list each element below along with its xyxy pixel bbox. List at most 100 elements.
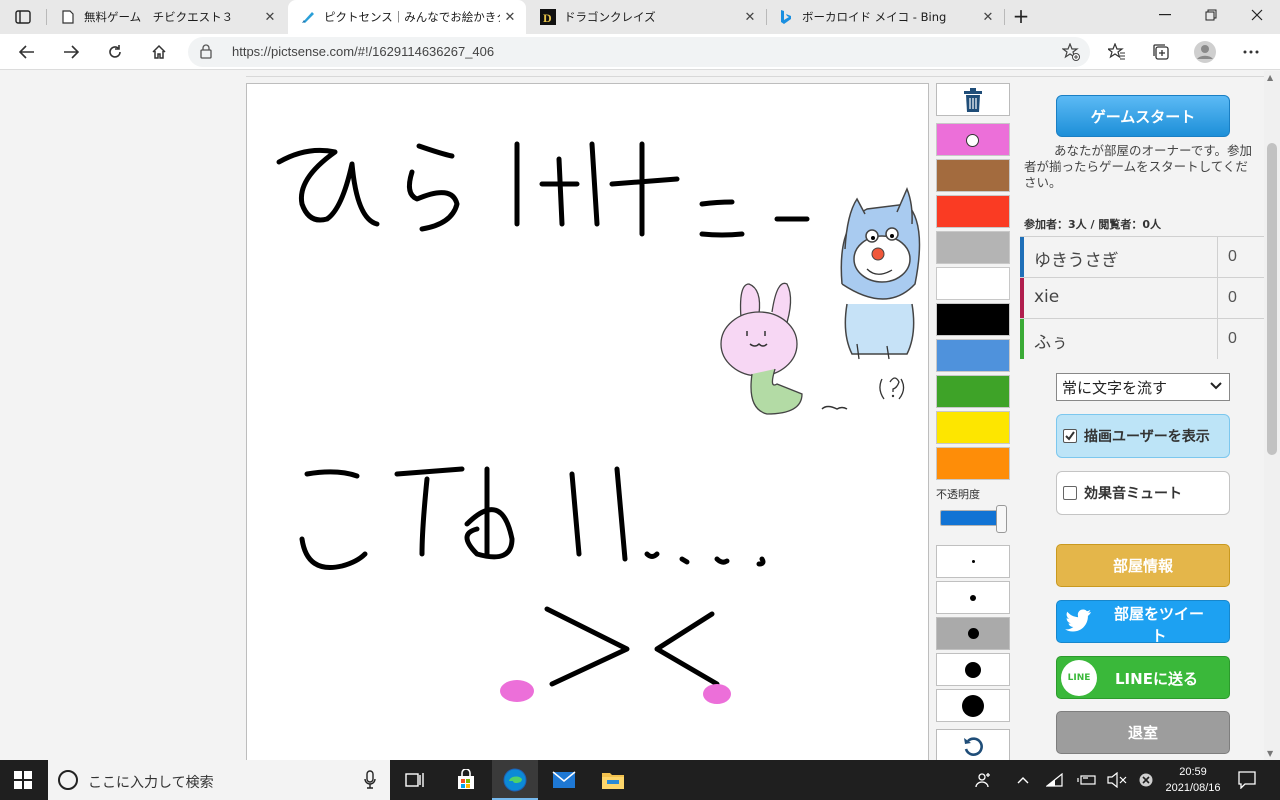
brush-size-button[interactable] (936, 653, 1010, 686)
tab-actions-icon[interactable] (8, 7, 38, 27)
player-row: ゆきうさぎ 0 (1020, 236, 1264, 277)
tab-close-button[interactable]: ✕ (500, 7, 520, 27)
tab-chibiquest[interactable]: 無料ゲーム チビクエスト３ ✕ (48, 0, 286, 34)
tab-dragoncrays[interactable]: D ドラゴンクレイズ ✕ (528, 0, 766, 34)
tab-pictsense[interactable]: ピクトセンス｜みんなでお絵かきクイズ ✕ (288, 0, 526, 34)
player-color-bar (1020, 319, 1024, 359)
brush-size-button[interactable] (936, 545, 1010, 578)
clear-canvas-button[interactable] (936, 83, 1010, 116)
dragoncrays-logo-icon: D (540, 9, 556, 25)
action-center-icon[interactable] (1232, 760, 1262, 800)
brush-size-button[interactable] (936, 581, 1010, 614)
forward-button[interactable] (56, 37, 86, 67)
opacity-slider-thumb[interactable] (996, 505, 1007, 533)
tab-separator (1004, 9, 1005, 25)
show-drawer-toggle[interactable]: 描画ユーザーを表示 (1056, 414, 1230, 458)
clock-date: 2021/08/16 (1165, 782, 1221, 794)
brush-size-button[interactable] (936, 617, 1010, 650)
home-button[interactable] (144, 37, 174, 67)
add-favorite-icon[interactable] (1061, 42, 1080, 65)
scroll-down-icon[interactable]: ▼ (1267, 749, 1273, 758)
player-row: ふぅ 0 (1020, 318, 1264, 359)
leave-room-button[interactable]: 退室 (1056, 711, 1230, 754)
battery-icon[interactable] (1074, 760, 1100, 800)
chevron-up-icon[interactable] (1010, 760, 1036, 800)
wifi-icon[interactable] (1042, 760, 1068, 800)
tab-close-button[interactable]: ✕ (740, 7, 760, 27)
drawing-canvas[interactable] (246, 83, 929, 760)
message-mode-select[interactable]: 常に文字を流す (1056, 373, 1230, 401)
notification-status-icon[interactable] (1134, 760, 1158, 800)
new-tab-button[interactable]: + (1008, 5, 1034, 29)
bing-logo-icon (778, 9, 794, 25)
tweet-room-label: 部屋をツイート (1113, 605, 1204, 643)
line-logo-icon: LINE (1061, 660, 1097, 696)
line-share-label: LINEに送る (1115, 670, 1198, 688)
back-button[interactable] (12, 37, 42, 67)
restore-button[interactable] (1188, 0, 1234, 30)
browser-toolbar: https://pictsense.com/#!/1629114636267_4… (0, 34, 1280, 70)
minimize-button[interactable] (1142, 0, 1188, 30)
player-name: xie (1034, 287, 1060, 307)
mail-icon[interactable] (541, 760, 587, 800)
favorites-icon[interactable] (1102, 37, 1132, 67)
url-text[interactable]: https://pictsense.com/#!/1629114636267_4… (232, 44, 494, 59)
mute-sound-toggle[interactable]: 効果音ミュート (1056, 471, 1230, 515)
brush-size-button[interactable] (936, 689, 1010, 722)
tab-bing[interactable]: ボーカロイド メイコ - Bing ✕ (766, 0, 1004, 34)
color-swatch[interactable] (936, 267, 1010, 300)
tweet-room-button[interactable]: 部屋をツイート (1056, 600, 1230, 643)
color-swatch[interactable] (936, 303, 1010, 336)
color-swatch[interactable] (936, 411, 1010, 444)
opacity-slider-track[interactable] (940, 510, 1000, 526)
player-name: ふぅ (1034, 333, 1068, 353)
color-swatch[interactable] (936, 447, 1010, 480)
color-swatch[interactable] (936, 339, 1010, 372)
address-bar[interactable]: https://pictsense.com/#!/1629114636267_4… (188, 37, 1090, 67)
scroll-up-icon[interactable]: ▲ (1267, 73, 1273, 82)
drawing (276, 141, 921, 704)
microsoft-store-icon[interactable] (443, 760, 489, 800)
volume-muted-icon[interactable] (1104, 760, 1130, 800)
scrollbar-thumb[interactable] (1267, 143, 1277, 455)
color-swatch[interactable] (936, 231, 1010, 264)
color-swatch[interactable] (936, 159, 1010, 192)
player-color-bar (1020, 237, 1024, 277)
undo-button[interactable] (936, 729, 1010, 760)
collections-icon[interactable] (1146, 37, 1176, 67)
refresh-button[interactable] (100, 37, 130, 67)
profile-avatar-icon[interactable] (1190, 37, 1220, 67)
task-view-icon[interactable] (392, 760, 438, 800)
color-swatch[interactable] (936, 375, 1010, 408)
windows-logo-icon (14, 771, 32, 789)
system-clock[interactable]: 20:59 2021/08/16 (1160, 764, 1226, 796)
line-share-button[interactable]: LINE LINEに送る (1056, 656, 1230, 699)
color-swatch[interactable] (936, 123, 1010, 156)
tab-close-button[interactable]: ✕ (978, 7, 998, 27)
trash-icon (964, 87, 982, 112)
more-menu-icon[interactable] (1236, 37, 1266, 67)
cortana-icon[interactable] (58, 770, 78, 790)
undo-icon (964, 736, 983, 756)
microphone-icon[interactable] (364, 770, 376, 794)
opacity-slider[interactable] (940, 505, 1008, 533)
checkbox-unchecked-icon[interactable] (1063, 486, 1077, 500)
checkbox-checked-icon[interactable] (1063, 429, 1077, 443)
tab-title: ピクトセンス｜みんなでお絵かきクイズ (324, 10, 500, 24)
taskbar-search[interactable]: ここに入力して検索 (48, 760, 390, 800)
close-window-button[interactable] (1234, 0, 1280, 30)
file-explorer-icon[interactable] (590, 760, 636, 800)
people-icon[interactable] (970, 760, 998, 800)
svg-text:D: D (543, 11, 552, 25)
windows-start-button[interactable] (0, 760, 46, 800)
pictsense-logo-icon (300, 9, 316, 25)
tab-close-button[interactable]: ✕ (260, 7, 280, 27)
brush-dot-icon (967, 628, 979, 639)
lock-icon[interactable] (200, 44, 212, 63)
page-scrollbar[interactable]: ▲ ▼ (1264, 71, 1280, 760)
tab-strip: 無料ゲーム チビクエスト３ ✕ ピクトセンス｜みんなでお絵かきクイズ ✕ D ド… (0, 0, 1280, 34)
color-swatch[interactable] (936, 195, 1010, 228)
room-info-button[interactable]: 部屋情報 (1056, 544, 1230, 587)
game-start-button[interactable]: ゲームスタート (1056, 95, 1230, 137)
edge-browser-icon[interactable] (492, 760, 538, 800)
